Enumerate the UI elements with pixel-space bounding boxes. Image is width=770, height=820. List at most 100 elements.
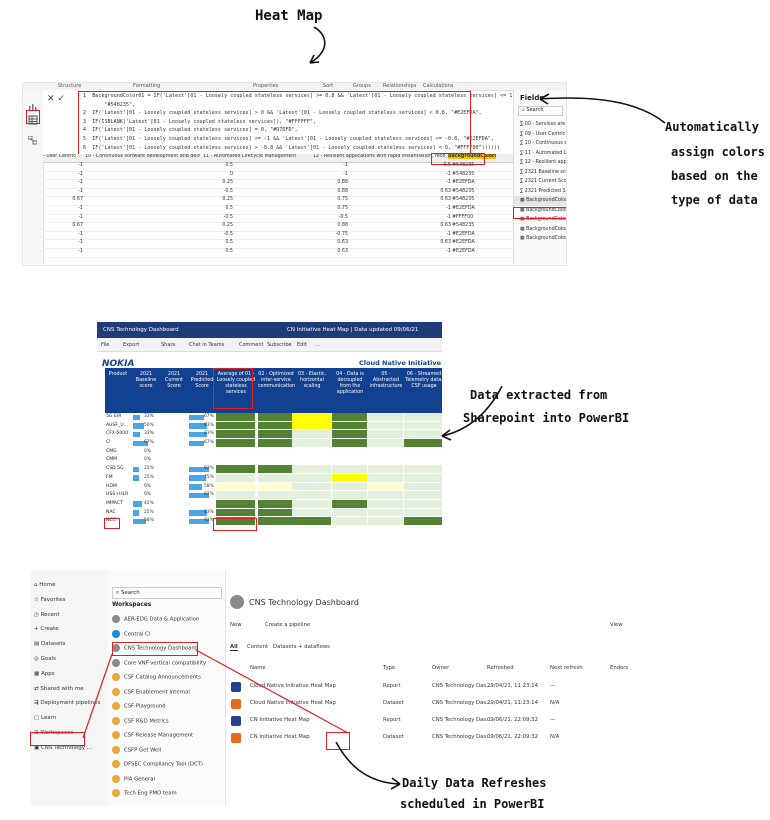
toolbar-item[interactable]: Chat in Teams xyxy=(189,342,224,348)
heatmap-cell[interactable] xyxy=(404,465,442,474)
heatmap-cell[interactable] xyxy=(258,439,294,448)
heatmap-cell[interactable] xyxy=(368,499,404,509)
heatmap-column-header[interactable]: 04 - Data is decoupled from the applicat… xyxy=(332,372,368,396)
ribbon-item[interactable]: Relationships xyxy=(383,83,416,89)
heatmap-cell[interactable] xyxy=(216,439,256,448)
ribbon-item[interactable]: Properties xyxy=(253,83,278,89)
heatmap-cell[interactable] xyxy=(404,517,442,526)
heatmap-column-header[interactable]: 2021 Baseline score xyxy=(132,372,160,390)
heatmap-cell[interactable] xyxy=(292,473,332,483)
heatmap-cell[interactable] xyxy=(216,482,256,492)
field-item[interactable]: ∑ 2321 Predicted Sco... xyxy=(514,187,566,197)
heatmap-cell[interactable] xyxy=(292,456,332,466)
heatmap-cell[interactable] xyxy=(258,430,294,440)
heatmap-cell[interactable] xyxy=(404,482,442,492)
column-header[interactable]: 10 - Continuous software development and… xyxy=(85,154,200,159)
toolbar-item[interactable]: Subscribe xyxy=(267,342,292,348)
formula-cancel-confirm[interactable]: ✕ ✓ xyxy=(47,94,65,104)
heatmap-cell[interactable] xyxy=(404,473,442,483)
heatmap-cell[interactable] xyxy=(332,517,368,526)
heatmap-cell[interactable] xyxy=(368,456,404,466)
heatmap-cell[interactable] xyxy=(368,430,404,440)
heatmap-cell[interactable] xyxy=(368,439,404,448)
heatmap-cell[interactable] xyxy=(404,508,442,518)
heatmap-cell[interactable] xyxy=(332,447,368,457)
toolbar-item[interactable]: Edit xyxy=(297,342,307,348)
heatmap-cell[interactable] xyxy=(332,473,368,483)
heatmap-cell[interactable] xyxy=(368,421,404,431)
field-item[interactable]: ▦ BackgroundColor01 xyxy=(514,196,566,206)
heatmap-cell[interactable] xyxy=(258,499,294,509)
heatmap-cell[interactable] xyxy=(368,447,404,457)
heatmap-cell[interactable] xyxy=(292,430,332,440)
heatmap-cell[interactable] xyxy=(292,421,332,431)
heatmap-column-header[interactable]: 02 - Optimized inter-service communicati… xyxy=(258,372,295,390)
heatmap-column-header[interactable]: 2021 Current Score xyxy=(160,372,188,390)
field-item[interactable]: ∑ 10 - Continuous so... xyxy=(514,139,566,149)
heatmap-cell[interactable] xyxy=(216,413,256,422)
heatmap-cell[interactable] xyxy=(216,491,256,500)
heatmap-cell[interactable] xyxy=(332,456,368,466)
heatmap-cell[interactable] xyxy=(332,508,368,518)
toolbar-item[interactable]: Export xyxy=(123,342,139,348)
heatmap-cell[interactable] xyxy=(404,499,442,509)
toolbar-item[interactable]: Comment xyxy=(239,342,264,348)
ribbon-item[interactable]: Calculations xyxy=(423,83,454,89)
model-view-icon[interactable] xyxy=(27,130,38,145)
heatmap-cell[interactable] xyxy=(292,517,332,526)
heatmap-cell[interactable] xyxy=(292,508,332,518)
heatmap-cell[interactable] xyxy=(368,473,404,483)
heatmap-column-header[interactable]: 03 - Elastic, horizontal scaling xyxy=(292,372,332,390)
heatmap-cell[interactable] xyxy=(258,482,294,492)
heatmap-cell[interactable] xyxy=(258,508,294,518)
heatmap-cell[interactable] xyxy=(216,465,256,474)
column-header[interactable]: 11 - Automated Lifecycle Management xyxy=(203,154,311,159)
heatmap-cell[interactable] xyxy=(368,482,404,492)
heatmap-cell[interactable] xyxy=(258,447,294,457)
heatmap-cell[interactable] xyxy=(368,465,404,474)
heatmap-cell[interactable] xyxy=(332,465,368,474)
ribbon-item[interactable]: Sort xyxy=(323,83,333,89)
heatmap-cell[interactable] xyxy=(368,491,404,500)
heatmap-cell[interactable] xyxy=(332,499,368,509)
heatmap-cell[interactable] xyxy=(216,499,256,509)
toolbar-item[interactable]: ... xyxy=(315,342,320,348)
heatmap-cell[interactable] xyxy=(258,456,294,466)
heatmap-cell[interactable] xyxy=(258,421,294,431)
report-title[interactable]: CN Initiative Heat Map | Data updated 09… xyxy=(287,327,418,333)
heatmap-column-header[interactable]: Product xyxy=(105,372,131,378)
heatmap-cell[interactable] xyxy=(332,413,368,422)
field-item[interactable]: ▦ BackgroundColor05 xyxy=(514,234,566,244)
heatmap-cell[interactable] xyxy=(216,421,256,431)
ribbon-item[interactable]: Groups xyxy=(353,83,371,89)
toolbar-item[interactable]: File xyxy=(101,342,109,348)
heatmap-cell[interactable] xyxy=(292,465,332,474)
heatmap-cell[interactable] xyxy=(258,517,294,526)
ribbon-item[interactable]: Structure xyxy=(58,83,81,89)
field-item[interactable]: ∑ 2321 Current Score xyxy=(514,177,566,187)
toolbar-item[interactable]: Share xyxy=(161,342,175,348)
report-view-icon[interactable] xyxy=(28,96,37,111)
field-item[interactable]: ∑ 2321 Baseline score xyxy=(514,168,566,178)
heatmap-cell[interactable] xyxy=(292,447,332,457)
heatmap-cell[interactable] xyxy=(216,430,256,440)
column-header[interactable]: 12 - Resilient applications with rapid i… xyxy=(313,154,445,159)
heatmap-cell[interactable] xyxy=(404,491,442,500)
heatmap-cell[interactable] xyxy=(368,508,404,518)
heatmap-cell[interactable] xyxy=(332,439,368,448)
field-item[interactable]: ∑ 12 - Resilient appli... xyxy=(514,158,566,168)
heatmap-cell[interactable] xyxy=(332,491,368,500)
field-item[interactable]: ∑ 11 - Automated Lif... xyxy=(514,149,566,159)
ribbon-item[interactable]: Formatting xyxy=(133,83,160,89)
heatmap-column-header[interactable]: 05 - Abstracted infrastructure xyxy=(368,372,404,390)
heatmap-cell[interactable] xyxy=(404,456,442,466)
field-item[interactable]: ▦ BackgroundColor04 xyxy=(514,225,566,235)
heatmap-cell[interactable] xyxy=(216,473,256,483)
heatmap-cell[interactable] xyxy=(216,447,256,457)
heatmap-cell[interactable] xyxy=(332,421,368,431)
heatmap-cell[interactable] xyxy=(258,491,294,500)
heatmap-cell[interactable] xyxy=(292,491,332,500)
data-view-icon[interactable] xyxy=(26,110,40,125)
heatmap-cell[interactable] xyxy=(292,499,332,509)
heatmap-cell[interactable] xyxy=(332,482,368,492)
